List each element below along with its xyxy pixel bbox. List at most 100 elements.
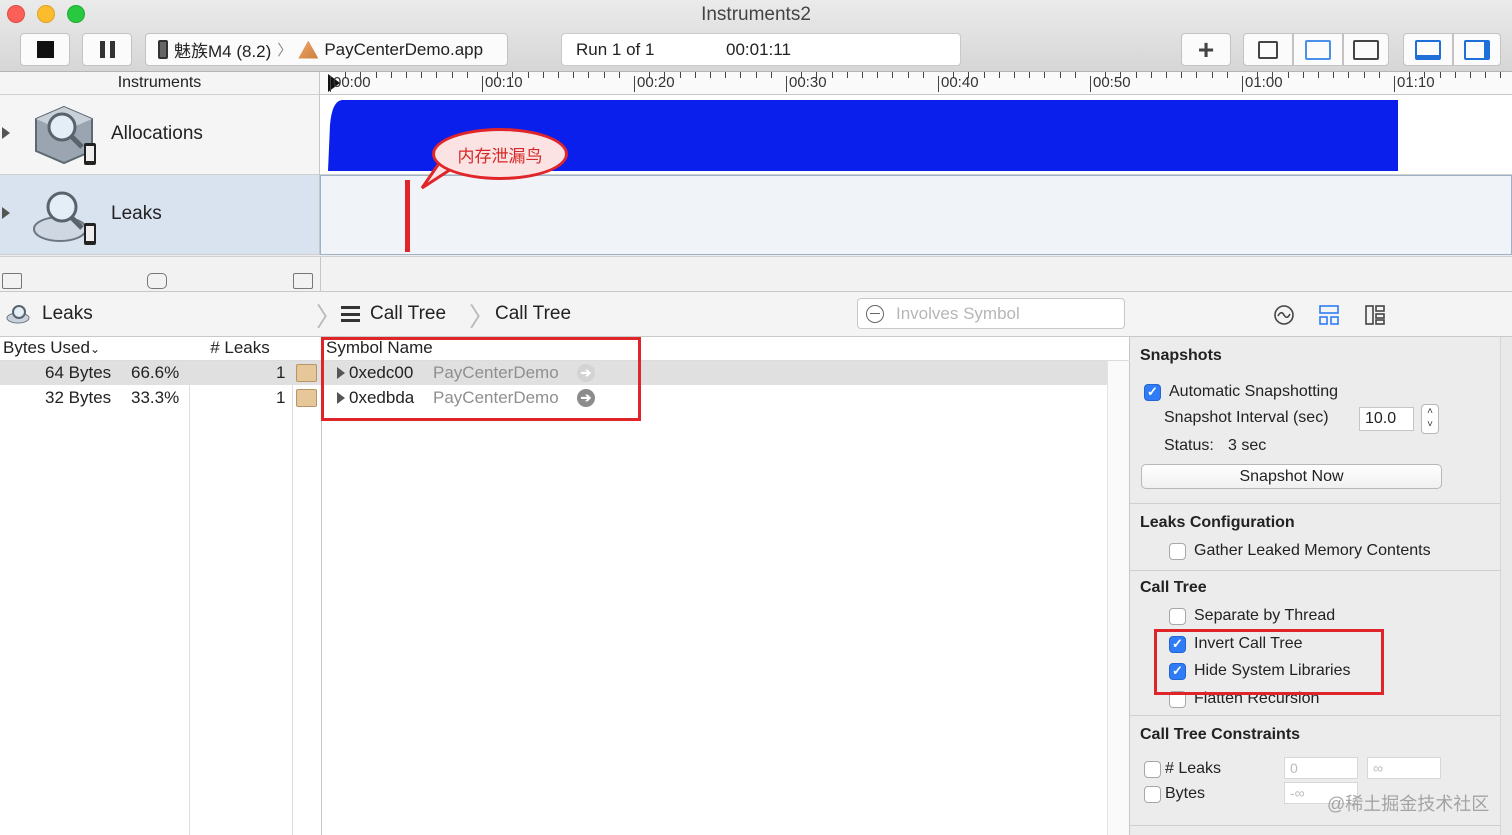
ruler-minor-tick: [983, 72, 985, 78]
record-settings-icon[interactable]: [1273, 304, 1295, 326]
table-row[interactable]: 32 Bytes 33.3% 1: [0, 386, 321, 410]
display-settings-icon[interactable]: [1318, 304, 1340, 326]
ruler-major-tick: [1394, 76, 1395, 92]
strategy-instruments-button[interactable]: [1293, 33, 1343, 66]
time-ruler[interactable]: 00:00 00:10 00:20 00:30 00:40 00:50 01:00 01:10: [320, 72, 1512, 95]
app-icon: [298, 40, 319, 59]
checkbox-icon: [1144, 785, 1161, 803]
track-name-allocations: Allocations: [111, 123, 203, 144]
leaks-max-field[interactable]: ∞: [1367, 757, 1441, 779]
ruler-tick-label: 00:50: [1093, 74, 1131, 91]
breadcrumb-call-tree-view[interactable]: Call Tree: [341, 303, 446, 325]
library-icon[interactable]: [296, 364, 317, 382]
section-call-tree: Call Tree: [1140, 579, 1207, 596]
track-filter-icon[interactable]: [147, 273, 167, 289]
toggle-inspector-button[interactable]: [1453, 33, 1501, 66]
target-device: 魅族M4 (8.2): [174, 42, 272, 61]
list-view-icon: [341, 306, 360, 322]
disclosure-triangle-icon[interactable]: [2, 127, 10, 139]
cpu-icon: [1258, 40, 1278, 59]
ruler-minor-tick: [877, 72, 879, 78]
ruler-minor-tick: [1226, 72, 1228, 78]
snapshot-interval-label: Snapshot Interval (sec): [1164, 409, 1329, 426]
ruler-minor-tick: [1287, 72, 1289, 78]
ruler-minor-tick: [573, 72, 575, 78]
track-allocations[interactable]: Allocations: [0, 95, 320, 175]
ruler-minor-tick: [922, 72, 924, 78]
column-leaks[interactable]: # Leaks: [190, 337, 290, 361]
ruler-minor-tick: [1470, 72, 1471, 78]
snapshot-interval-field[interactable]: 10.0: [1359, 407, 1414, 431]
filter-icon: [866, 304, 884, 323]
inspector-tab-bar: [1130, 292, 1512, 337]
watermark: @稀土掘金技术社区: [1327, 794, 1490, 814]
pause-recording-button[interactable]: [82, 33, 132, 66]
ruler-minor-tick: [406, 72, 407, 78]
constraint-leaks-checkbox[interactable]: # Leaks: [1144, 760, 1221, 778]
section-call-tree-constraints: Call Tree Constraints: [1140, 726, 1301, 743]
add-instrument-button[interactable]: +: [1181, 33, 1231, 66]
breadcrumb-separator-icon: 〉: [316, 302, 343, 332]
involves-symbol-input[interactable]: [896, 303, 1116, 324]
leaks-graph[interactable]: [320, 175, 1512, 255]
ruler-minor-tick: [1211, 72, 1213, 78]
status-label: Status:: [1164, 437, 1214, 454]
ruler-minor-tick: [1318, 72, 1319, 78]
elapsed-time: 00:01:11: [726, 40, 791, 59]
ruler-tick-label: 01:00: [1245, 74, 1283, 91]
involves-symbol-search[interactable]: [857, 298, 1125, 329]
ruler-minor-tick: [588, 72, 590, 78]
inspector-pane: [1130, 292, 1512, 835]
ruler-minor-tick: [694, 72, 696, 78]
section-snapshots: Snapshots: [1140, 347, 1222, 364]
ruler-major-tick: [330, 76, 331, 92]
status-value: 3 sec: [1228, 437, 1267, 454]
separate-by-thread-checkbox[interactable]: Separate by Thread: [1169, 607, 1335, 625]
target-selector[interactable]: 魅族M4 (8.2) 〉 PayCenterDemo.app: [145, 33, 508, 66]
inspector-scrollbar[interactable]: [1500, 337, 1512, 835]
vertical-scrollbar[interactable]: [1107, 361, 1129, 835]
automatic-snapshotting-checkbox[interactable]: ✓ Automatic Snapshotting: [1144, 383, 1338, 401]
snapshot-interval-stepper[interactable]: ˄ ˅: [1421, 404, 1439, 434]
checkbox-icon: [1169, 542, 1186, 560]
ruler-minor-tick: [1363, 72, 1365, 78]
gather-leaked-memory-checkbox[interactable]: Gather Leaked Memory Contents: [1169, 542, 1431, 560]
strategy-cpu-button[interactable]: [1243, 33, 1293, 66]
instruments-header: Instruments: [0, 72, 320, 95]
table-row[interactable]: 64 Bytes 66.6% 1: [0, 361, 321, 385]
jump-bar-instrument[interactable]: Leaks: [6, 303, 93, 325]
allocations-instrument-icon: [35, 105, 96, 165]
track-graph-icon[interactable]: [2, 273, 22, 289]
ruler-minor-tick: [1454, 72, 1456, 78]
stop-icon: [36, 41, 54, 58]
ruler-minor-tick: [1135, 72, 1137, 78]
snapshot-now-button[interactable]: Snapshot Now: [1141, 464, 1442, 489]
constraint-bytes-checkbox[interactable]: Bytes: [1144, 785, 1205, 803]
toggle-detail-pane-button[interactable]: [1403, 33, 1453, 66]
run-status-display[interactable]: Run 1 of 1 00:01:11: [561, 33, 961, 66]
bottom-pane-icon: [1415, 39, 1441, 60]
ruler-major-tick: [938, 76, 939, 92]
ruler-minor-tick: [1059, 72, 1061, 78]
toolbar: Instruments2 魅族M4 (8.2) 〉 PayCenterDemo.…: [0, 0, 1512, 72]
disclosure-triangle-icon[interactable]: [2, 207, 10, 219]
memory-leak-callout: 内存泄漏鸟: [432, 128, 568, 180]
leaks-min-field[interactable]: 0: [1284, 757, 1358, 779]
column-bytes-used[interactable]: Bytes Used⌄: [0, 337, 190, 361]
track-size-icon[interactable]: [293, 273, 313, 289]
library-icon[interactable]: [296, 389, 317, 407]
ruler-minor-tick: [1029, 72, 1031, 78]
detail-jump-bar: Leaks 〉 Call Tree 〉 Call Tree: [0, 292, 1130, 337]
ruler-minor-tick: [542, 72, 544, 78]
iphone-device-icon: [158, 40, 168, 59]
ruler-minor-tick: [755, 72, 757, 78]
track-leaks[interactable]: Leaks: [0, 175, 320, 255]
breadcrumb-call-tree[interactable]: Call Tree: [495, 303, 571, 325]
stop-recording-button[interactable]: [20, 33, 70, 66]
leak-detected-marker[interactable]: [405, 180, 410, 252]
ruler-minor-tick: [1181, 72, 1183, 78]
breadcrumb-separator-icon: 〉: [469, 302, 496, 332]
strategy-threads-button[interactable]: [1343, 33, 1389, 66]
extended-detail-icon[interactable]: [1364, 304, 1386, 326]
ruler-minor-tick: [846, 72, 848, 78]
